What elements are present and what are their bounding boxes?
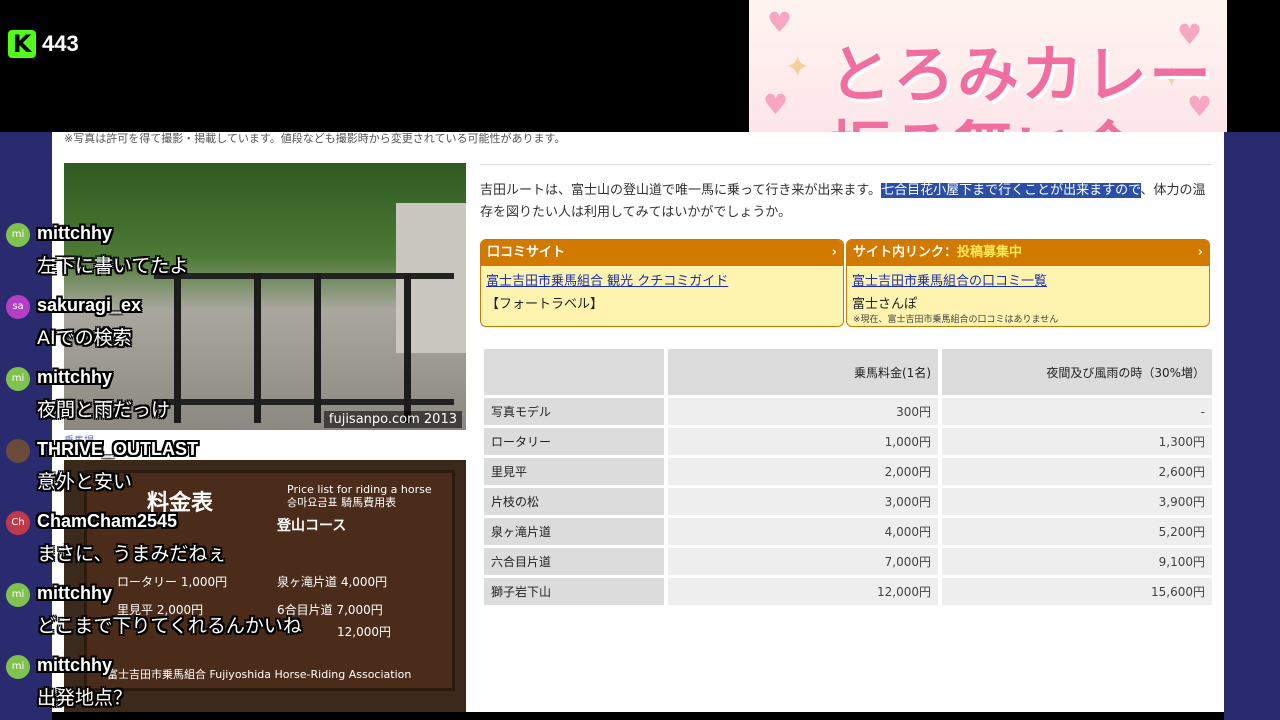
table-cell-price: 15,600円 — [942, 578, 1212, 605]
chat-username[interactable]: THRIVE_OUTLAST — [37, 439, 198, 460]
table-cell-course: 獅子岩下山 — [484, 578, 664, 605]
table-cell-price: - — [942, 398, 1212, 425]
table-row: 泉ヶ滝片道 4,000円 5,200円 — [484, 518, 1212, 545]
chat-message-text: まさに、うまみだねぇ — [37, 543, 227, 565]
table-cell-price: 3,000円 — [668, 488, 938, 515]
chat-message-text: AIでの検索 — [37, 327, 132, 349]
table-header — [484, 349, 664, 395]
table-cell-price: 2,000円 — [668, 458, 938, 485]
review-site-box: 口コミサイト › 富士吉田市乗馬組合 観光 クチコミガイド 【フォートラベル】 — [480, 239, 844, 327]
internal-review-link[interactable]: 富士吉田市乗馬組合の口コミ一覧 — [847, 266, 1209, 289]
table-row: 六合目片道 7,000円 9,100円 — [484, 548, 1212, 575]
internal-link-box: サイト内リンク：投稿募集中 › 富士吉田市乗馬組合の口コミ一覧 富士さんぽ ※現在… — [846, 239, 1210, 327]
chat-message-text: 意外と安い — [37, 471, 133, 493]
avatar[interactable] — [6, 439, 30, 463]
chat-username[interactable]: mittchhy — [37, 223, 112, 244]
table-header: 乗馬料金(1名) — [668, 349, 938, 395]
table-cell-price: 9,100円 — [942, 548, 1212, 575]
avatar[interactable]: mi — [6, 655, 30, 679]
horse-price-table: 乗馬料金(1名) 夜間及び風雨の時（30%増） 写真モデル 300円 - ロータリー 1… — [480, 346, 1216, 608]
table-cell-course: 写真モデル — [484, 398, 664, 425]
chat-message-text: 左下に書いてたよ — [37, 255, 189, 277]
internal-link-header[interactable]: サイト内リンク：投稿募集中 › — [847, 240, 1209, 266]
chat-username[interactable]: ChamCham2545 — [37, 511, 177, 532]
table-row: ロータリー 1,000円 1,300円 — [484, 428, 1212, 455]
avatar[interactable]: mi — [6, 583, 30, 607]
table-row: 里見平 2,000円 2,600円 — [484, 458, 1212, 485]
table-cell-price: 1,300円 — [942, 428, 1212, 455]
kick-logo-icon: K — [8, 30, 36, 58]
selected-text[interactable]: 七合目花小屋下まで行くことが出来ますので — [881, 183, 1141, 198]
table-row: 写真モデル 300円 - — [484, 398, 1212, 425]
heart-icon: ♥ — [767, 6, 793, 39]
heart-icon: ♥ — [763, 88, 789, 121]
chat-message-text: 出発地点？ — [37, 687, 133, 709]
avatar[interactable]: mi — [6, 223, 30, 247]
table-cell-price: 300円 — [668, 398, 938, 425]
table-cell-price: 2,600円 — [942, 458, 1212, 485]
chat-username[interactable]: mittchhy — [37, 367, 112, 388]
overlay-banner: ♥ ✦ ♥ ♥ ♥ ✦ とろみカレー 振る舞い会 — [749, 0, 1227, 132]
table-header: 夜間及び風雨の時（30%増） — [942, 349, 1212, 395]
internal-link-note: ※現在、富士吉田市乗馬組合の口コミはありません — [853, 315, 1059, 325]
table-cell-price: 1,000円 — [668, 428, 938, 455]
stream-background-right — [1224, 132, 1280, 720]
review-site-header[interactable]: 口コミサイト › — [481, 240, 843, 266]
table-row: 片枝の松 3,000円 3,900円 — [484, 488, 1212, 515]
intro-paragraph: 吉田ルートは、富士山の登山道で唯一馬に乗って行き来が出来ます。七合目花小屋下まで… — [480, 183, 1206, 220]
content-divider — [480, 164, 1212, 165]
table-cell-course: 六合目片道 — [484, 548, 664, 575]
table-cell-course: 里見平 — [484, 458, 664, 485]
table-header-row: 乗馬料金(1名) 夜間及び風雨の時（30%増） — [484, 349, 1212, 395]
table-cell-price: 7,000円 — [668, 548, 938, 575]
table-row: 獅子岩下山 12,000円 15,600円 — [484, 578, 1212, 605]
sparkle-icon: ✦ — [785, 50, 811, 85]
chevron-right-icon: › — [1197, 245, 1203, 260]
chat-username[interactable]: mittchhy — [37, 583, 112, 604]
table-cell-price: 5,200円 — [942, 518, 1212, 545]
chevron-right-icon: › — [831, 245, 837, 260]
avatar[interactable]: sa — [6, 295, 30, 319]
avatar[interactable]: mi — [6, 367, 30, 391]
table-cell-course: ロータリー — [484, 428, 664, 455]
chat-username[interactable]: sakuragi_ex — [37, 295, 141, 316]
internal-link-source: 富士さんぽ — [852, 297, 918, 312]
banner-subtitle: 振る舞い会 — [829, 100, 1139, 132]
review-site-link[interactable]: 富士吉田市乗馬組合 観光 クチコミガイド — [481, 266, 843, 289]
chat-message-text: 夜間と雨だっけ — [37, 399, 171, 421]
chat-overlay: mi mittchhy 左下に書いてたよ sa sakuragi_ex AIでの検索 mi m… — [0, 215, 470, 720]
table-cell-course: 泉ヶ滝片道 — [484, 518, 664, 545]
review-site-source: 【フォートラベル】 — [486, 297, 604, 312]
table-cell-price: 3,900円 — [942, 488, 1212, 515]
photo-notice: ※写真は許可を得て撮影・掲載しています。値段なども撮影時から変更されている可能性… — [64, 132, 566, 145]
viewer-count: 443 — [42, 31, 79, 56]
avatar[interactable]: Ch — [6, 511, 30, 535]
table-cell-price: 4,000円 — [668, 518, 938, 545]
table-cell-course: 片枝の松 — [484, 488, 664, 515]
table-cell-price: 12,000円 — [668, 578, 938, 605]
chat-username[interactable]: mittchhy — [37, 655, 112, 676]
chat-message-text: どこまで下りてくれるんかいね — [37, 615, 302, 637]
